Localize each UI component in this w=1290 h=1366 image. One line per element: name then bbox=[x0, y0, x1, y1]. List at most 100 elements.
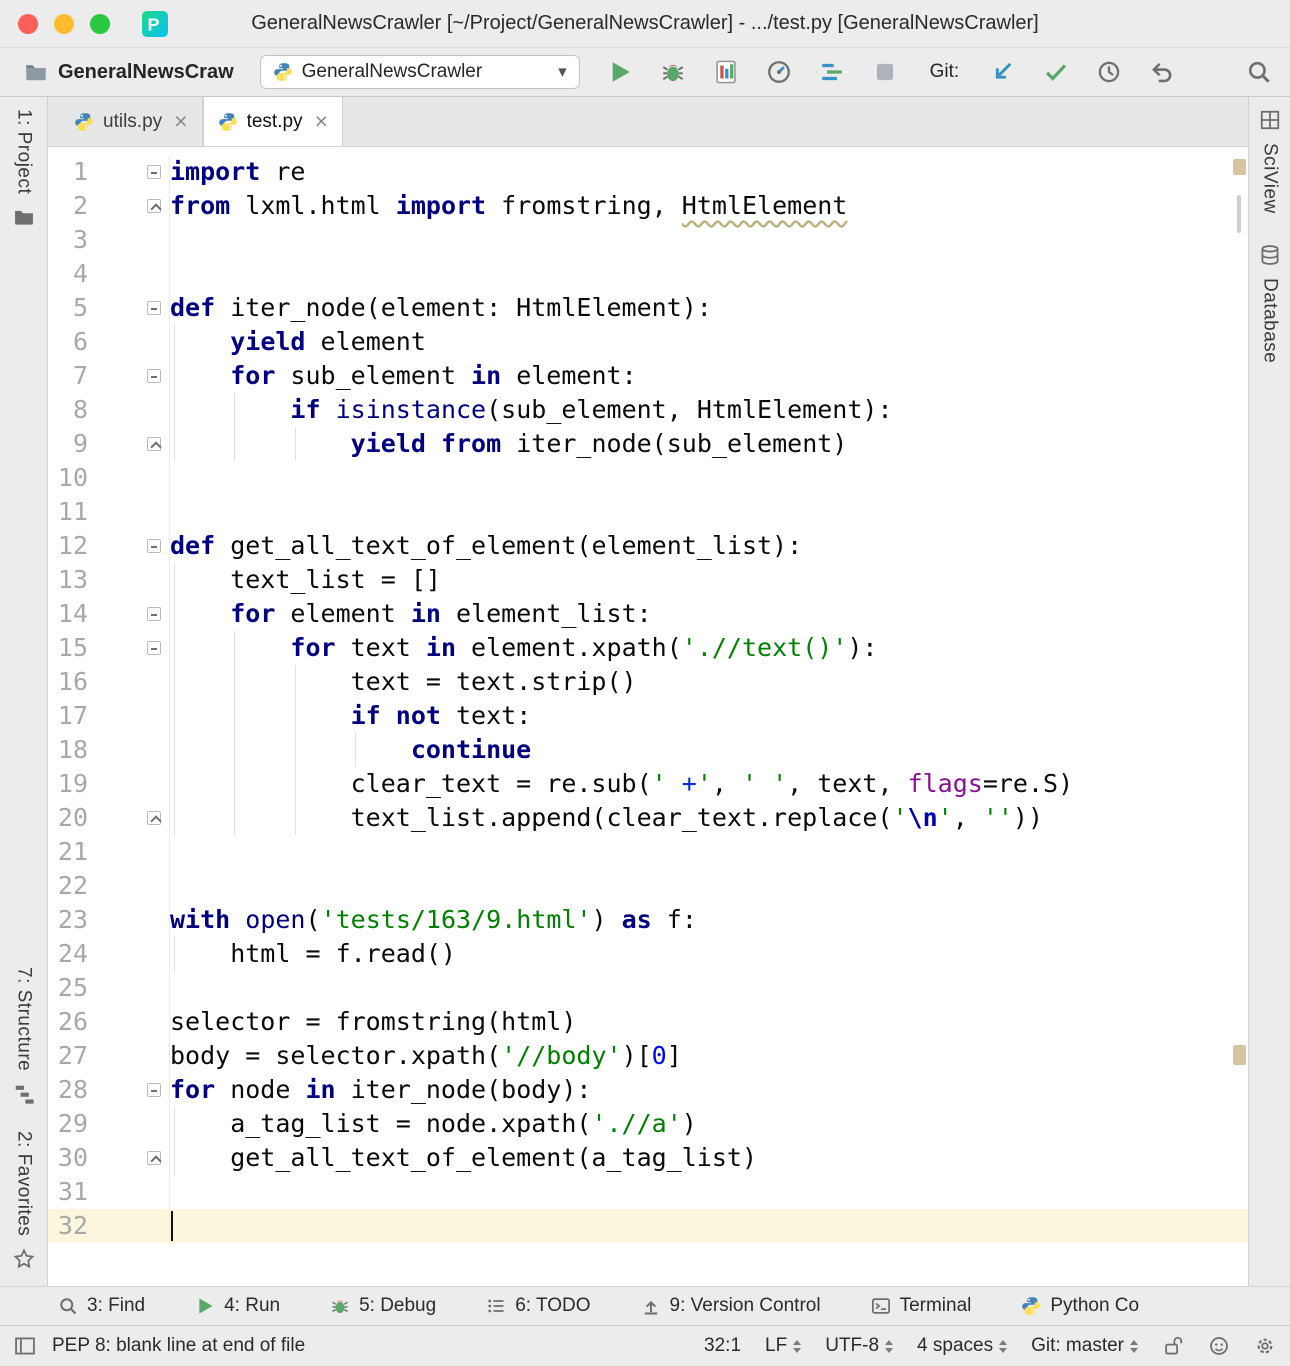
debug-button[interactable] bbox=[660, 59, 686, 85]
lock-icon[interactable] bbox=[1162, 1335, 1184, 1357]
code-line[interactable]: 24 html = f.read() bbox=[48, 937, 1248, 971]
code-line[interactable]: 5 def iter_node(element: HtmlElement): bbox=[48, 291, 1248, 325]
code-line[interactable]: 13 text_list = [] bbox=[48, 563, 1248, 597]
code-text[interactable]: body = selector.xpath('//body')[0] bbox=[170, 1039, 1248, 1073]
code-line[interactable]: 2 from lxml.html import fromstring, HtmlE… bbox=[48, 189, 1248, 223]
sidebar-item-sciview[interactable]: SciView bbox=[1259, 109, 1281, 214]
git-branch-widget[interactable]: Git: master bbox=[1031, 1335, 1138, 1357]
code-text[interactable]: selector = fromstring(html) bbox=[170, 1005, 1248, 1039]
minimize-window-button[interactable] bbox=[54, 14, 74, 34]
code-text[interactable]: yield from iter_node(sub_element) bbox=[170, 427, 1248, 461]
code-line[interactable]: 18 continue bbox=[48, 733, 1248, 767]
code-line[interactable]: 16 text = text.strip() bbox=[48, 665, 1248, 699]
code-text[interactable]: for element in element_list: bbox=[170, 597, 1248, 631]
code-line[interactable]: 6 yield element bbox=[48, 325, 1248, 359]
code-text[interactable]: text = text.strip() bbox=[170, 665, 1248, 699]
settings-gear-icon[interactable] bbox=[1254, 1335, 1276, 1357]
run-with-coverage-button[interactable] bbox=[713, 59, 739, 85]
code-text[interactable]: import re bbox=[170, 155, 1248, 189]
code-line[interactable]: 23 with open('tests/163/9.html') as f: bbox=[48, 903, 1248, 937]
encoding-widget[interactable]: UTF-8 bbox=[825, 1335, 894, 1357]
code-line[interactable]: 1 import re bbox=[48, 155, 1248, 189]
project-name[interactable]: GeneralNewsCraw bbox=[58, 61, 234, 84]
search-everywhere-button[interactable] bbox=[1246, 59, 1272, 85]
code-editor[interactable]: 1 import re 2 from lxml.html import fromstr… bbox=[48, 147, 1248, 1286]
code-text[interactable]: yield element bbox=[170, 325, 1248, 359]
code-line[interactable]: 17 if not text: bbox=[48, 699, 1248, 733]
fold-collapse-icon[interactable] bbox=[147, 165, 161, 179]
toolwindow-button-python[interactable]: Python Co bbox=[1021, 1295, 1139, 1317]
code-line[interactable]: 31 bbox=[48, 1175, 1248, 1209]
code-text[interactable]: def get_all_text_of_element(element_list… bbox=[170, 529, 1248, 563]
caret-position-widget[interactable]: 32:1 bbox=[704, 1335, 741, 1357]
code-text[interactable] bbox=[170, 461, 1248, 495]
code-line[interactable]: 21 bbox=[48, 835, 1248, 869]
concurrency-diagram-button[interactable] bbox=[819, 59, 845, 85]
toolwindow-button-find[interactable]: 3: Find bbox=[58, 1295, 145, 1317]
fold-collapse-icon[interactable] bbox=[147, 607, 161, 621]
toolwindow-button-run[interactable]: 4: Run bbox=[195, 1295, 280, 1317]
code-text[interactable]: if not text: bbox=[170, 699, 1248, 733]
code-line[interactable]: 22 bbox=[48, 869, 1248, 903]
inspections-profile-icon[interactable] bbox=[1208, 1335, 1230, 1357]
run-button[interactable] bbox=[607, 59, 633, 85]
fold-end-icon[interactable] bbox=[147, 437, 161, 451]
code-text[interactable]: get_all_text_of_element(a_tag_list) bbox=[170, 1141, 1248, 1175]
code-line[interactable]: 19 clear_text = re.sub(' +', ' ', text, … bbox=[48, 767, 1248, 801]
code-line[interactable]: 15 for text in element.xpath('.//text()'… bbox=[48, 631, 1248, 665]
fold-collapse-icon[interactable] bbox=[147, 1083, 161, 1097]
close-window-button[interactable] bbox=[18, 14, 38, 34]
code-text[interactable]: with open('tests/163/9.html') as f: bbox=[170, 903, 1248, 937]
code-line[interactable]: 10 bbox=[48, 461, 1248, 495]
code-text[interactable]: a_tag_list = node.xpath('.//a') bbox=[170, 1107, 1248, 1141]
code-line[interactable]: 32 bbox=[48, 1209, 1248, 1243]
sidebar-item-database[interactable]: Database bbox=[1259, 244, 1281, 363]
fold-collapse-icon[interactable] bbox=[147, 539, 161, 553]
code-text[interactable] bbox=[170, 869, 1248, 903]
code-text[interactable]: if isinstance(sub_element, HtmlElement): bbox=[170, 393, 1248, 427]
fold-collapse-icon[interactable] bbox=[147, 641, 161, 655]
code-line[interactable]: 8 if isinstance(sub_element, HtmlElement… bbox=[48, 393, 1248, 427]
fold-end-icon[interactable] bbox=[147, 1151, 161, 1165]
code-line[interactable]: 4 bbox=[48, 257, 1248, 291]
code-text[interactable]: for text in element.xpath('.//text()'): bbox=[170, 631, 1248, 665]
code-line[interactable]: 11 bbox=[48, 495, 1248, 529]
toolwindow-button-todo[interactable]: 6: TODO bbox=[486, 1295, 591, 1317]
code-line[interactable]: 30 get_all_text_of_element(a_tag_list) bbox=[48, 1141, 1248, 1175]
close-tab-icon[interactable]: × bbox=[315, 110, 328, 133]
code-line[interactable]: 26 selector = fromstring(html) bbox=[48, 1005, 1248, 1039]
code-text[interactable]: html = f.read() bbox=[170, 937, 1248, 971]
code-text[interactable] bbox=[170, 1175, 1248, 1209]
sidebar-item-structure[interactable]: 7: Structure bbox=[13, 967, 35, 1105]
fold-collapse-icon[interactable] bbox=[147, 369, 161, 383]
code-text[interactable]: for sub_element in element: bbox=[170, 359, 1248, 393]
code-text[interactable] bbox=[170, 1209, 1248, 1243]
code-line[interactable]: 28 for node in iter_node(body): bbox=[48, 1073, 1248, 1107]
stop-button[interactable] bbox=[872, 59, 898, 85]
sidebar-item-project[interactable]: 1: Project bbox=[13, 109, 35, 228]
code-text[interactable]: def iter_node(element: HtmlElement): bbox=[170, 291, 1248, 325]
code-line[interactable]: 29 a_tag_list = node.xpath('.//a') bbox=[48, 1107, 1248, 1141]
toolwindow-toggle-icon[interactable] bbox=[14, 1335, 36, 1357]
rollback-button[interactable] bbox=[1149, 59, 1175, 85]
code-line[interactable]: 27 body = selector.xpath('//body')[0] bbox=[48, 1039, 1248, 1073]
code-line[interactable]: 25 bbox=[48, 971, 1248, 1005]
fold-end-icon[interactable] bbox=[147, 199, 161, 213]
code-text[interactable] bbox=[170, 257, 1248, 291]
toolwindow-button-vcs[interactable]: 9: Version Control bbox=[641, 1295, 821, 1317]
warning-stripe-mark[interactable] bbox=[1233, 159, 1246, 175]
code-text[interactable] bbox=[170, 971, 1248, 1005]
code-text[interactable]: text_list = [] bbox=[170, 563, 1248, 597]
code-text[interactable]: for node in iter_node(body): bbox=[170, 1073, 1248, 1107]
tab-utils-py[interactable]: utils.py × bbox=[60, 97, 203, 146]
code-text[interactable]: text_list.append(clear_text.replace('\n'… bbox=[170, 801, 1248, 835]
code-text[interactable]: continue bbox=[170, 733, 1248, 767]
code-line[interactable]: 20 text_list.append(clear_text.replace('… bbox=[48, 801, 1248, 835]
profiler-button[interactable] bbox=[766, 59, 792, 85]
code-line[interactable]: 14 for element in element_list: bbox=[48, 597, 1248, 631]
code-line[interactable]: 7 for sub_element in element: bbox=[48, 359, 1248, 393]
warning-stripe-mark[interactable] bbox=[1233, 1045, 1246, 1065]
code-text[interactable]: from lxml.html import fromstring, HtmlEl… bbox=[170, 189, 1248, 223]
history-button[interactable] bbox=[1096, 59, 1122, 85]
run-config-select[interactable]: GeneralNewsCrawler ▾ bbox=[259, 55, 580, 89]
